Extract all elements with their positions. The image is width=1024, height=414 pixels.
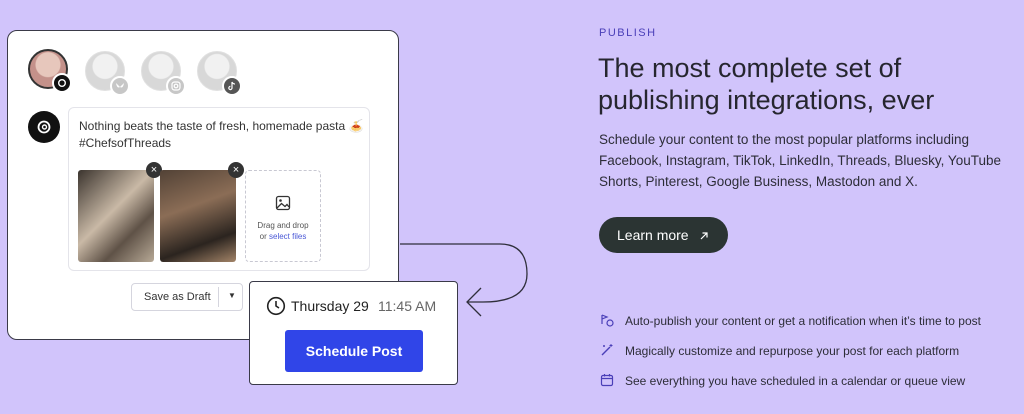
instagram-icon bbox=[166, 76, 186, 96]
close-icon[interactable]: × bbox=[228, 162, 244, 178]
post-editor[interactable]: Nothing beats the taste of fresh, homema… bbox=[68, 107, 370, 271]
attached-image[interactable]: × bbox=[78, 162, 162, 262]
image-icon bbox=[246, 195, 320, 216]
section-description: Schedule your content to the most popula… bbox=[599, 132, 1001, 189]
threads-icon bbox=[28, 111, 60, 143]
arrow-up-right-icon bbox=[699, 218, 709, 254]
schedule-post-button[interactable]: Schedule Post bbox=[285, 330, 423, 372]
image-dropzone[interactable]: Drag and drop or select files bbox=[245, 170, 321, 262]
page-title: The most complete set of publishing inte… bbox=[598, 53, 935, 115]
schedule-popover: Thursday 29 11:45 AM Schedule Post bbox=[249, 281, 458, 385]
avatar-instagram-account[interactable] bbox=[141, 51, 186, 96]
schedule-date[interactable]: Thursday 29 bbox=[291, 298, 369, 314]
save-as-draft-label: Save as Draft bbox=[144, 291, 211, 303]
avatar-tiktok-account[interactable] bbox=[197, 51, 242, 96]
bluesky-icon bbox=[110, 76, 130, 96]
dropzone-or: or bbox=[259, 232, 267, 241]
learn-more-label: Learn more bbox=[617, 227, 689, 243]
auto-publish-icon bbox=[600, 313, 614, 327]
feature-text: Magically customize and repurpose your p… bbox=[625, 344, 960, 358]
schedule-time[interactable]: 11:45 AM bbox=[378, 298, 436, 314]
post-text[interactable]: Nothing beats the taste of fresh, homema… bbox=[79, 118, 363, 152]
clock-icon bbox=[266, 296, 286, 321]
section-eyebrow: PUBLISH bbox=[599, 27, 657, 39]
feature-text: Auto-publish your content or get a notif… bbox=[625, 314, 981, 328]
magic-wand-icon bbox=[600, 343, 614, 357]
feature-text: See everything you have scheduled in a c… bbox=[625, 374, 966, 388]
attached-image[interactable]: × bbox=[160, 162, 244, 262]
avatar-bluesky-account[interactable] bbox=[85, 51, 130, 96]
divider bbox=[218, 287, 219, 307]
chevron-down-icon[interactable]: ▼ bbox=[228, 291, 236, 300]
dropzone-text: Drag and drop bbox=[257, 221, 309, 230]
tiktok-icon bbox=[222, 76, 242, 96]
select-files-link[interactable]: select files bbox=[269, 232, 306, 241]
threads-icon bbox=[52, 73, 72, 93]
avatar-threads-account[interactable] bbox=[28, 49, 72, 93]
calendar-icon bbox=[600, 373, 614, 387]
save-as-draft-button[interactable]: Save as Draft ▼ bbox=[131, 283, 243, 311]
learn-more-button[interactable]: Learn more bbox=[599, 217, 728, 253]
